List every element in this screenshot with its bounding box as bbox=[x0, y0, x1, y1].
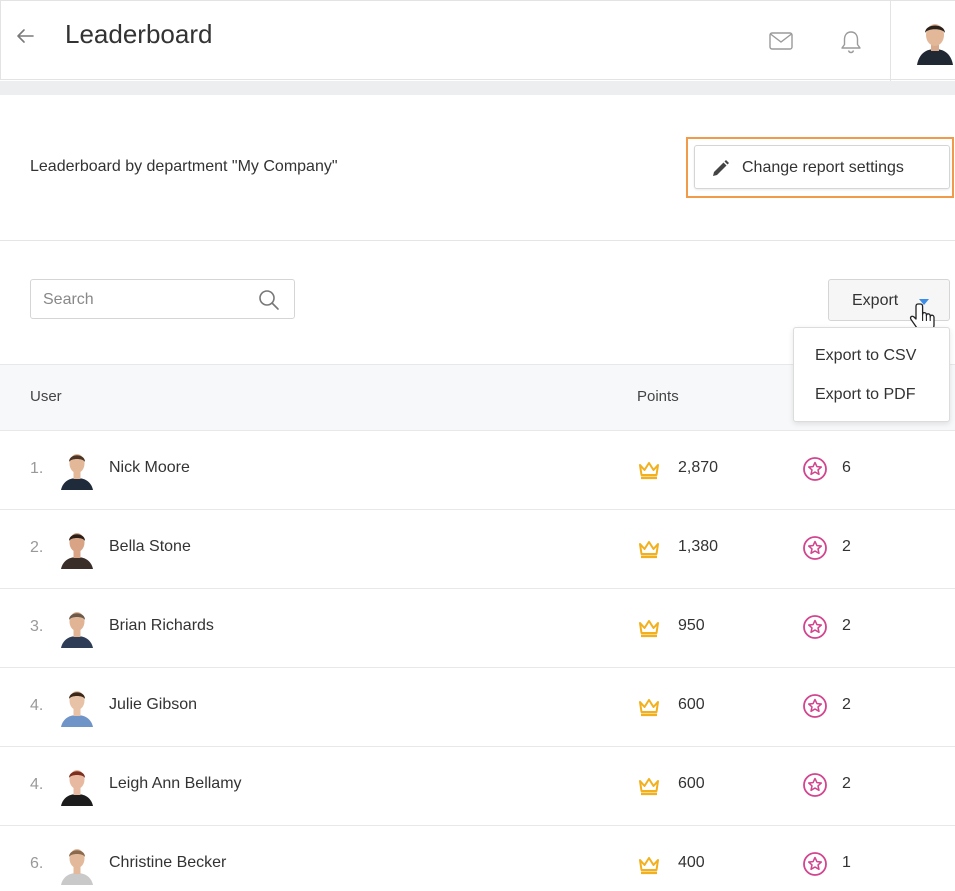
points-value: 2,870 bbox=[678, 459, 719, 476]
avatar[interactable] bbox=[60, 527, 94, 569]
crown-icon bbox=[639, 541, 659, 559]
user-avatar[interactable] bbox=[915, 17, 955, 65]
table-row[interactable]: 4. Leigh Ann Bellamy 600 2 bbox=[0, 747, 955, 826]
search-input[interactable] bbox=[43, 288, 243, 312]
export-button[interactable]: Export bbox=[828, 279, 950, 321]
table-row[interactable]: 4. Julie Gibson 600 2 bbox=[0, 668, 955, 747]
rank-number: 4. bbox=[30, 697, 44, 714]
avatar[interactable] bbox=[60, 685, 94, 727]
user-name[interactable]: Leigh Ann Bellamy bbox=[109, 775, 242, 793]
star-badge-icon bbox=[803, 615, 827, 639]
crown-icon bbox=[639, 778, 659, 796]
user-name[interactable]: Bella Stone bbox=[109, 538, 191, 556]
search-box[interactable] bbox=[30, 279, 295, 319]
star-badge-icon bbox=[803, 536, 827, 560]
avatar[interactable] bbox=[60, 606, 94, 648]
crown-icon bbox=[639, 620, 659, 638]
badge-count: 2 bbox=[842, 696, 851, 713]
user-name[interactable]: Nick Moore bbox=[109, 459, 190, 477]
header-divider bbox=[890, 1, 891, 81]
table-row[interactable]: 2. Bella Stone 1,380 2 bbox=[0, 510, 955, 589]
points-value: 950 bbox=[678, 617, 705, 634]
column-header-user[interactable]: User bbox=[30, 388, 62, 405]
crown-icon bbox=[639, 462, 659, 480]
table-row[interactable]: 3. Brian Richards 950 2 bbox=[0, 589, 955, 668]
user-name[interactable]: Brian Richards bbox=[109, 617, 214, 635]
badge-count: 1 bbox=[842, 854, 851, 871]
user-name[interactable]: Julie Gibson bbox=[109, 696, 197, 714]
star-badge-icon bbox=[803, 852, 827, 876]
crown-icon bbox=[639, 699, 659, 717]
points-value: 1,380 bbox=[678, 538, 719, 555]
settings-button-label: Change report settings bbox=[742, 159, 904, 176]
export-menu: Export to CSV Export to PDF bbox=[793, 327, 950, 422]
rank-number: 3. bbox=[30, 618, 44, 635]
points-value: 400 bbox=[678, 854, 705, 871]
top-bar: Leaderboard bbox=[0, 0, 955, 81]
points-value: 600 bbox=[678, 775, 705, 792]
rank-number: 4. bbox=[30, 776, 44, 793]
badge-count: 2 bbox=[842, 617, 851, 634]
avatar[interactable] bbox=[60, 448, 94, 490]
star-badge-icon bbox=[803, 773, 827, 797]
user-name[interactable]: Christine Becker bbox=[109, 854, 226, 872]
star-badge-icon bbox=[803, 694, 827, 718]
arrow-left-icon[interactable] bbox=[13, 21, 39, 51]
menu-item-export-csv[interactable]: Export to CSV bbox=[794, 337, 949, 375]
change-report-settings-button[interactable]: Change report settings bbox=[694, 145, 950, 189]
table-row[interactable]: 1. Nick Moore 2,870 6 bbox=[0, 431, 955, 510]
caret-down-icon bbox=[919, 299, 929, 305]
avatar[interactable] bbox=[60, 843, 94, 885]
report-subtitle: Leaderboard by department "My Company" bbox=[30, 158, 338, 175]
search-icon[interactable] bbox=[257, 288, 281, 312]
page-title: Leaderboard bbox=[65, 19, 213, 49]
divider bbox=[0, 240, 955, 241]
table-row[interactable]: 6. Christine Becker 400 1 bbox=[0, 826, 955, 891]
rank-number: 1. bbox=[30, 460, 44, 477]
badge-count: 2 bbox=[842, 538, 851, 555]
section-separator bbox=[0, 81, 955, 95]
bell-icon[interactable] bbox=[837, 28, 865, 56]
badge-count: 2 bbox=[842, 775, 851, 792]
envelope-icon[interactable] bbox=[767, 28, 795, 54]
crown-icon bbox=[639, 857, 659, 875]
badge-count: 6 bbox=[842, 459, 851, 476]
menu-item-export-pdf[interactable]: Export to PDF bbox=[794, 376, 949, 414]
pencil-icon bbox=[713, 160, 729, 176]
rank-number: 6. bbox=[30, 855, 44, 872]
avatar[interactable] bbox=[60, 764, 94, 806]
column-header-points[interactable]: Points bbox=[637, 388, 679, 405]
star-badge-icon bbox=[803, 457, 827, 481]
points-value: 600 bbox=[678, 696, 705, 713]
rank-number: 2. bbox=[30, 539, 44, 556]
export-button-label: Export bbox=[852, 292, 899, 309]
